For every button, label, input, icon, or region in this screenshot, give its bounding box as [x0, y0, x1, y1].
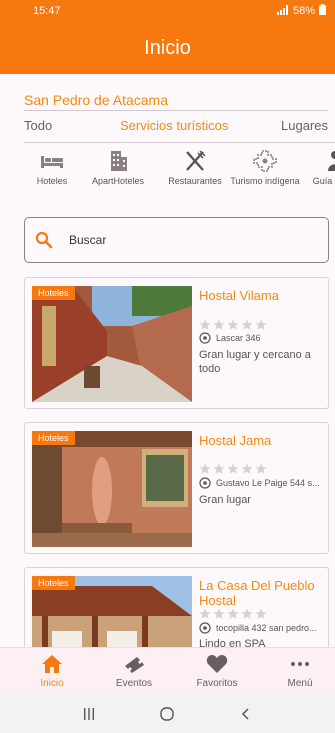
bottom-navigation: Inicio Eventos Favoritos Menú [0, 647, 335, 695]
category-label: Restaurantes [168, 176, 222, 186]
status-icons: 58% [276, 4, 326, 18]
listing-photo [32, 286, 192, 402]
category-label: Guía Turíst [312, 176, 335, 186]
star-icon [199, 319, 211, 330]
rating-stars [199, 463, 269, 475]
category-label: ApartHoteles [91, 176, 145, 186]
location-pin-icon [199, 332, 211, 344]
more-icon [291, 662, 309, 666]
category-label: Hoteles [36, 176, 68, 186]
listing-address: tocopilla 432 san pedro... [199, 622, 325, 634]
system-navigation-bar [0, 695, 335, 733]
andean-cross-icon [253, 150, 277, 172]
search-icon [35, 231, 53, 249]
page-title: Inicio [144, 36, 191, 59]
listing-category-badge: Hoteles [32, 431, 75, 445]
star-icon [213, 319, 225, 330]
category-turismo-indigena[interactable]: Turismo indígena [230, 146, 300, 187]
listing-address: Gustavo Le Paige 544 s... [199, 477, 325, 489]
star-icon [241, 463, 253, 474]
search-input[interactable]: Buscar [24, 217, 329, 263]
category-hoteles[interactable]: Hoteles [17, 146, 87, 187]
listing-card[interactable]: Hoteles Hostal Vilama Lascar 346 Gran lu… [24, 277, 329, 409]
utensils-icon [186, 150, 206, 171]
listing-address: Lascar 346 [199, 332, 325, 344]
listing-category-badge: Hoteles [32, 286, 75, 300]
tab-lugares[interactable]: Lugares [281, 118, 328, 133]
ticket-icon [125, 657, 144, 673]
home-button-icon[interactable] [159, 706, 175, 722]
building-icon [111, 151, 127, 171]
home-icon [42, 655, 62, 673]
tab-servicios-turisticos[interactable]: Servicios turísticos [120, 118, 228, 133]
nav-menu[interactable]: Menú [265, 654, 335, 689]
rating-stars [199, 319, 269, 331]
location-selector[interactable]: San Pedro de Atacama [24, 92, 168, 108]
star-icon [199, 463, 211, 474]
service-categories: Hoteles ApartHoteles Restaurantes Turism… [0, 146, 335, 202]
listing-title[interactable]: Hostal Vilama [199, 288, 325, 303]
listing-card[interactable]: Hoteles Hostal Jama Gustavo Le Paige 544… [24, 422, 329, 554]
status-bar: 15:47 58% [0, 0, 335, 22]
star-icon [255, 608, 267, 619]
listing-description: Gran lugar [199, 494, 251, 506]
battery-icon [319, 4, 326, 18]
bed-icon [41, 156, 63, 168]
tabs-divider [24, 142, 335, 143]
rating-stars [199, 608, 269, 620]
tab-todo[interactable]: Todo [24, 118, 52, 133]
category-label: Turismo indígena [230, 176, 300, 186]
heart-icon [206, 655, 228, 673]
star-icon [255, 463, 267, 474]
nav-inicio[interactable]: Inicio [17, 654, 87, 689]
person-icon [328, 151, 335, 171]
listing-category-badge: Hoteles [32, 576, 75, 590]
nav-eventos[interactable]: Eventos [99, 654, 169, 689]
listing-photo [32, 431, 192, 547]
star-icon [213, 463, 225, 474]
category-guia-turistico[interactable]: Guía Turíst [300, 146, 335, 187]
category-aparthoteles[interactable]: ApartHoteles [83, 146, 153, 187]
nav-favoritos[interactable]: Favoritos [182, 654, 252, 689]
recent-apps-icon[interactable] [82, 707, 96, 721]
status-time: 15:47 [33, 5, 61, 17]
star-icon [213, 608, 225, 619]
star-icon [241, 608, 253, 619]
star-icon [227, 463, 239, 474]
signal-icon [276, 4, 289, 18]
location-pin-icon [199, 477, 211, 489]
star-icon [255, 319, 267, 330]
app-bar: Inicio [0, 22, 335, 74]
location-pin-icon [199, 622, 211, 634]
listing-title[interactable]: La Casa Del Pueblo Hostal [199, 578, 325, 608]
back-icon[interactable] [239, 707, 253, 721]
search-placeholder: Buscar [69, 233, 107, 247]
star-icon [227, 319, 239, 330]
location-underline [24, 110, 328, 111]
star-icon [199, 608, 211, 619]
battery-percent: 58% [292, 5, 315, 17]
star-icon [227, 608, 239, 619]
listing-title[interactable]: Hostal Jama [199, 433, 325, 448]
category-tabs: Todo Servicios turísticos Lugares [0, 118, 335, 138]
category-restaurantes[interactable]: Restaurantes [160, 146, 230, 187]
star-icon [241, 319, 253, 330]
listing-description: Gran lugar y cercano a todo [199, 349, 311, 375]
